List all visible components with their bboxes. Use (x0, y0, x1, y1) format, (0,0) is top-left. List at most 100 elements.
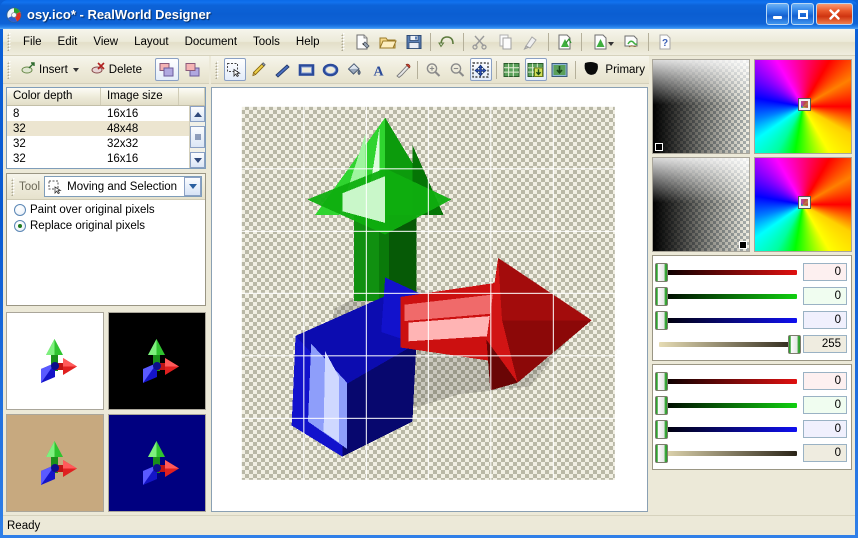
menu-item-file[interactable]: File (15, 32, 50, 52)
value-field-alpha[interactable]: 0 (803, 444, 847, 462)
apply-hand-icon[interactable] (620, 31, 644, 54)
selection-rectangle-icon[interactable] (224, 58, 246, 81)
slider-thumb-alpha[interactable] (655, 443, 668, 463)
image-list-scrollbar[interactable] (189, 106, 205, 168)
help-question-icon[interactable]: ? (653, 31, 677, 54)
value-field-alpha[interactable]: 255 (803, 335, 847, 353)
table-row[interactable]: 8 16x16 (7, 106, 205, 121)
minimize-icon[interactable] (766, 3, 789, 25)
radio-button-selected-icon[interactable] (14, 220, 26, 232)
maximize-icon[interactable] (791, 3, 814, 25)
tool-row-grip-handle[interactable] (10, 177, 17, 196)
slider-row-red[interactable]: 0 (655, 371, 847, 391)
radio-paint-over[interactable]: Paint over original pixels (7, 200, 205, 216)
value-field-red[interactable]: 0 (803, 263, 847, 281)
menu-item-edit[interactable]: Edit (50, 32, 86, 52)
scroll-down-icon[interactable] (190, 152, 205, 168)
preview-white[interactable] (6, 312, 104, 410)
copy-pages-icon[interactable] (494, 31, 518, 54)
slider-track-red[interactable] (655, 262, 797, 282)
layers-back-icon[interactable] (181, 58, 205, 81)
new-document-icon[interactable] (350, 31, 374, 54)
value-field-green[interactable]: 0 (803, 287, 847, 305)
color-role-indicator[interactable]: Primary (578, 60, 649, 80)
zoom-in-icon[interactable] (422, 58, 444, 81)
table-row[interactable]: 32 16x16 (7, 151, 205, 166)
slider-track-green[interactable] (655, 286, 797, 306)
value-field-blue[interactable]: 0 (803, 420, 847, 438)
slider-track-red[interactable] (655, 371, 797, 391)
menu-item-help[interactable]: Help (288, 32, 328, 52)
rectangle-icon[interactable] (296, 58, 318, 81)
alpha-gradient-swatch[interactable] (652, 59, 750, 154)
slider-thumb-green[interactable] (655, 395, 668, 415)
slider-thumb-alpha[interactable] (788, 334, 801, 354)
canvas-toolbar-grip-handle[interactable] (214, 60, 221, 79)
paste-brush-icon[interactable] (520, 31, 544, 54)
slider-thumb-blue[interactable] (655, 419, 668, 439)
pencil-icon[interactable] (248, 58, 270, 81)
slider-thumb-green[interactable] (655, 286, 668, 306)
preview-tan[interactable] (6, 414, 104, 512)
menu-grip-handle[interactable] (6, 33, 13, 51)
slider-row-blue[interactable]: 0 (655, 419, 847, 439)
paint-bucket-icon[interactable] (344, 58, 366, 81)
canvas-viewport[interactable] (211, 87, 648, 512)
ellipse-icon[interactable] (320, 58, 342, 81)
slider-row-green[interactable]: 0 (655, 286, 847, 306)
value-field-red[interactable]: 0 (803, 372, 847, 390)
slider-track-green[interactable] (655, 395, 797, 415)
toolbar-grip-handle[interactable] (339, 33, 347, 51)
preview-black[interactable] (108, 312, 206, 410)
column-header-extra[interactable] (179, 88, 205, 105)
alpha-gradient-swatch[interactable] (652, 157, 750, 252)
undo-arrow-icon[interactable] (435, 31, 459, 54)
scroll-up-icon[interactable] (190, 106, 205, 122)
save-disk-icon[interactable] (402, 31, 426, 54)
slider-thumb-red[interactable] (655, 262, 668, 282)
radio-replace-original[interactable]: Replace original pixels (7, 216, 205, 232)
cut-scissors-icon[interactable] (468, 31, 492, 54)
image-list[interactable]: Color depth Image size 8 16x16 32 48x48 (6, 87, 206, 169)
tool-select[interactable]: Moving and Selection (44, 176, 202, 197)
slider-track-alpha[interactable] (659, 334, 801, 354)
scroll-thumb-grip-icon[interactable] (190, 126, 205, 148)
zoom-out-icon[interactable] (446, 58, 468, 81)
slider-row-alpha[interactable]: 0 (655, 443, 847, 463)
eraser-icon[interactable] (391, 58, 413, 81)
hue-saturation-wheel[interactable] (754, 59, 852, 154)
slider-row-green[interactable]: 0 (655, 395, 847, 415)
column-header-image-size[interactable]: Image size (101, 88, 179, 105)
chevron-down-icon[interactable] (72, 67, 79, 72)
text-tool-icon[interactable]: A (367, 58, 389, 81)
chevron-down-icon[interactable] (184, 177, 201, 196)
import-image-icon[interactable] (553, 31, 577, 54)
delete-button[interactable]: Delete (85, 58, 148, 82)
slider-track-blue[interactable] (655, 310, 797, 330)
grid-view-icon[interactable] (501, 58, 523, 81)
alpha-marker-icon[interactable] (739, 241, 747, 249)
menu-item-document[interactable]: Document (177, 32, 245, 52)
slider-row-blue[interactable]: 0 (655, 310, 847, 330)
grid-layer-down-icon[interactable] (524, 58, 547, 81)
insert-button[interactable]: Insert (15, 58, 85, 82)
wheel-cursor-icon[interactable] (799, 99, 811, 111)
layers-front-icon[interactable] (155, 58, 180, 81)
menu-item-view[interactable]: View (85, 32, 126, 52)
preview-blue[interactable] (108, 414, 206, 512)
wheel-cursor-icon[interactable] (799, 197, 811, 209)
column-header-color-depth[interactable]: Color depth (7, 88, 101, 105)
slider-row-alpha[interactable]: 255 (657, 334, 847, 354)
radio-button-unselected-icon[interactable] (14, 204, 26, 216)
value-field-blue[interactable]: 0 (803, 311, 847, 329)
line-icon[interactable] (272, 58, 294, 81)
layer-toolbar-grip-handle[interactable] (6, 60, 13, 79)
slider-track-alpha[interactable] (655, 443, 797, 463)
table-row[interactable]: 32 32x32 (7, 136, 205, 151)
hue-saturation-wheel[interactable] (754, 157, 852, 252)
move-selection-icon[interactable] (469, 58, 492, 81)
layer-down-icon[interactable] (549, 58, 571, 81)
close-icon[interactable] (816, 3, 853, 25)
menu-item-tools[interactable]: Tools (245, 32, 288, 52)
open-folder-icon[interactable] (376, 31, 400, 54)
